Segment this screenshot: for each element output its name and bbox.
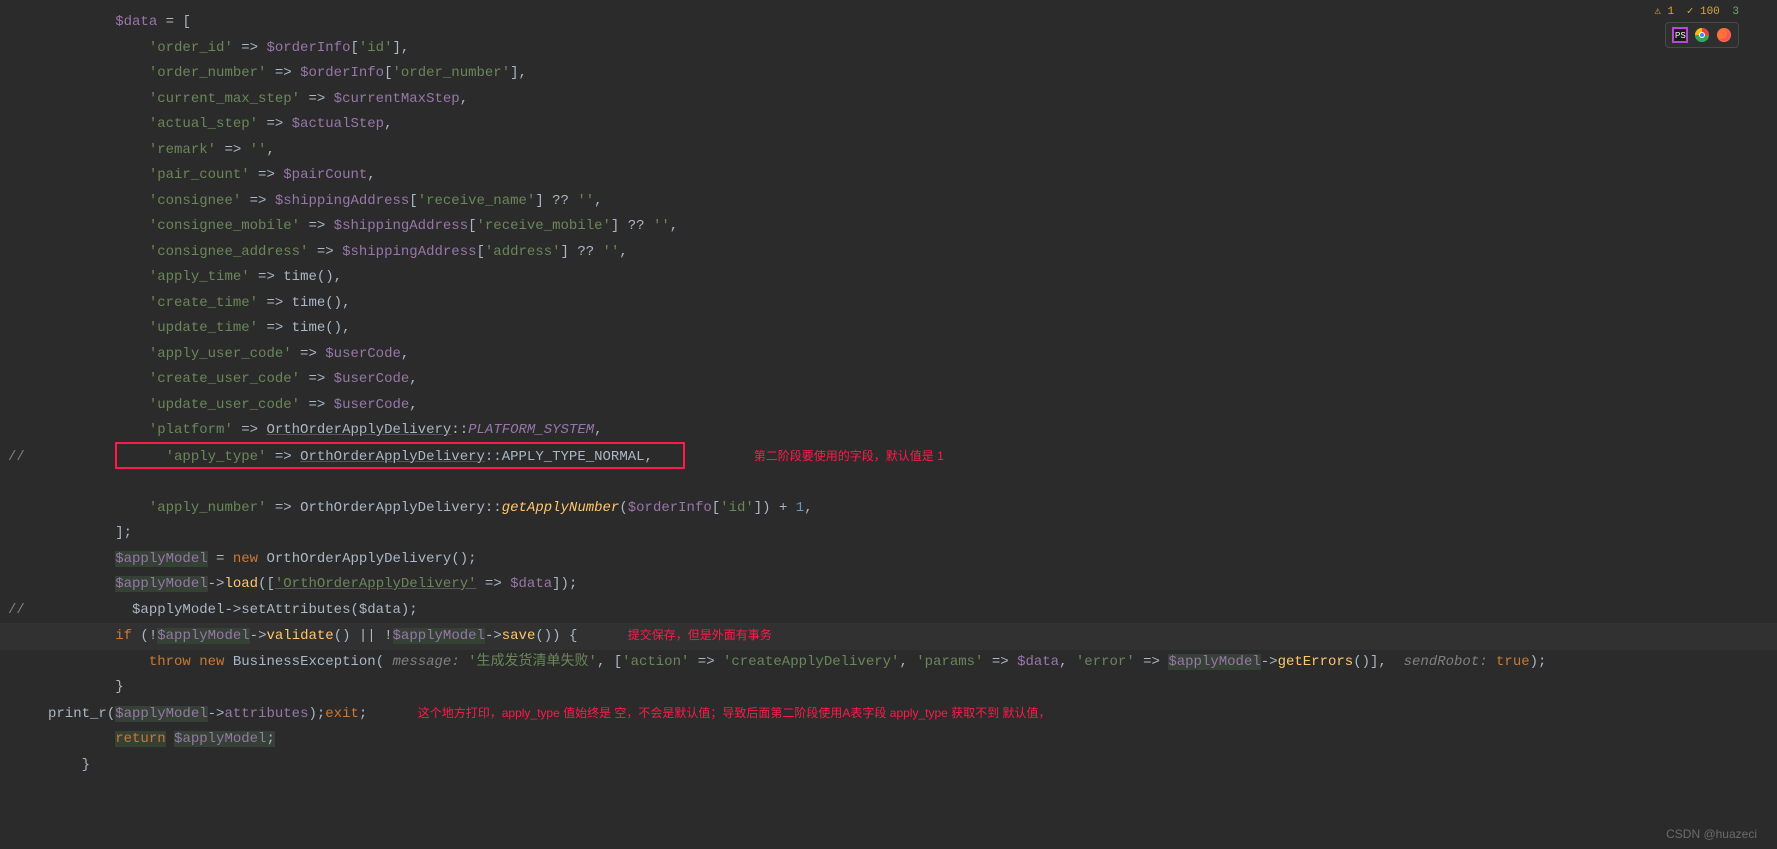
code-editor[interactable]: $data = [ 'order_id' => $orderInfo['id']… — [0, 0, 1777, 778]
caret-line[interactable]: if (!$applyModel->validate() || !$applyM… — [0, 623, 1777, 650]
annotation-label: 这个地方打印，apply_type 值始终是 空，不会是默认值；导致后面第二阶段… — [418, 706, 1051, 720]
watermark: CSDN @huazeci — [1666, 827, 1757, 841]
annotation-label: 提交保存，但是外面有事务 — [628, 628, 772, 642]
annotation-label: 第二阶段要使用的字段，默认值是 1 — [754, 449, 944, 463]
highlighted-line: // 'apply_type' => OrthOrderApplyDeliver… — [0, 444, 1777, 496]
